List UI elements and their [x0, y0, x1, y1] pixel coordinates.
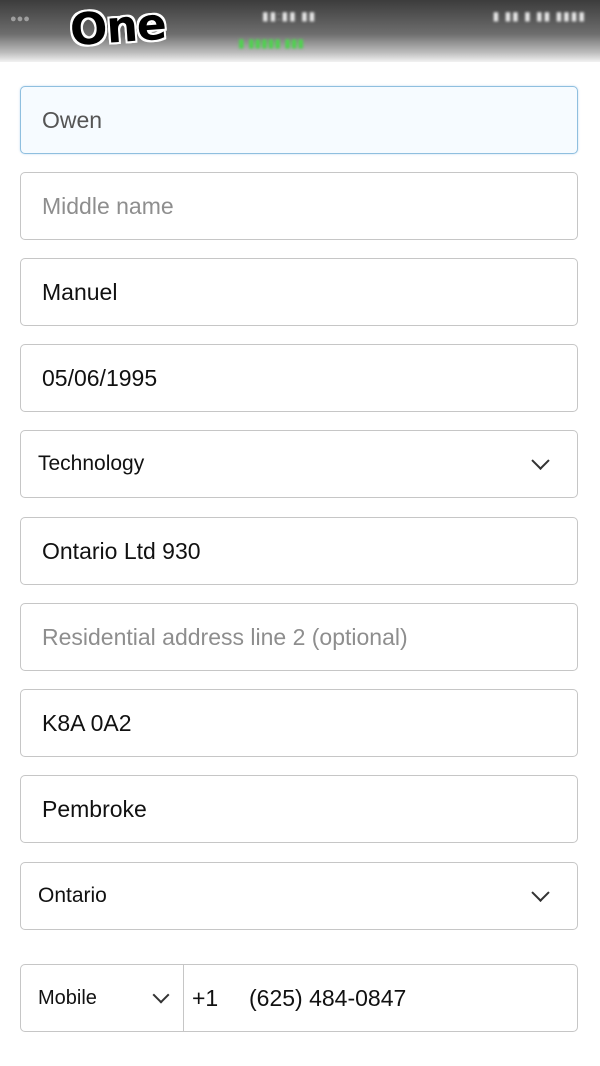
date-of-birth-value: 05/06/1995 — [42, 364, 158, 391]
address-line-1-field[interactable]: Ontario Ltd 930 — [20, 517, 578, 585]
chevron-down-icon — [531, 883, 550, 902]
date-of-birth-field[interactable]: 05/06/1995 — [20, 344, 578, 412]
status-icons-blurred: ▮ ▮▮ ▮ ▮▮ ▮▮▮▮ — [492, 9, 586, 23]
phone-number-input[interactable]: (625) 484-0847 — [249, 965, 406, 1031]
middle-name-field[interactable]: Middle name — [20, 172, 578, 240]
last-name-field[interactable]: Manuel — [20, 258, 578, 326]
secure-site-indicator-blurred: ▮ ▮▮▮▮▮ ▮▮▮ — [238, 36, 305, 50]
signal-icon: ●●● — [10, 13, 30, 25]
chevron-down-icon — [152, 986, 170, 1004]
last-name-value: Manuel — [42, 278, 118, 305]
phone-type-select[interactable]: Mobile — [21, 965, 184, 1031]
address-line-2-placeholder: Residential address line 2 (optional) — [42, 623, 408, 650]
chevron-down-icon — [531, 451, 550, 470]
address-line-2-field[interactable]: Residential address line 2 (optional) — [20, 603, 578, 671]
phone-country-code: +1 — [192, 984, 219, 1011]
status-bar: ●●● One ▮▮:▮▮ ▮▮ ▮ ▮▮▮▮▮ ▮▮▮ ▮ ▮▮ ▮ ▮▮ ▮… — [0, 0, 600, 62]
industry-selected-value: Technology — [38, 452, 145, 475]
province-select[interactable]: Ontario — [20, 862, 578, 930]
postal-code-value: K8A 0A2 — [42, 709, 132, 736]
phone-field-group: Mobile +1 (625) 484-0847 — [20, 964, 578, 1032]
first-name-field[interactable]: Owen — [20, 86, 578, 154]
address-line-1-value: Ontario Ltd 930 — [42, 537, 201, 564]
industry-select[interactable]: Technology — [20, 430, 578, 498]
city-field[interactable]: Pembroke — [20, 775, 578, 843]
status-time-blurred: ▮▮:▮▮ ▮▮ — [262, 9, 317, 23]
first-name-value: Owen — [42, 106, 103, 133]
postal-code-field[interactable]: K8A 0A2 — [20, 689, 578, 757]
phone-type-selected-value: Mobile — [38, 986, 97, 1009]
province-selected-value: Ontario — [38, 884, 107, 907]
app-logo: One — [68, 0, 168, 57]
city-value: Pembroke — [42, 795, 147, 822]
middle-name-placeholder: Middle name — [42, 192, 174, 219]
